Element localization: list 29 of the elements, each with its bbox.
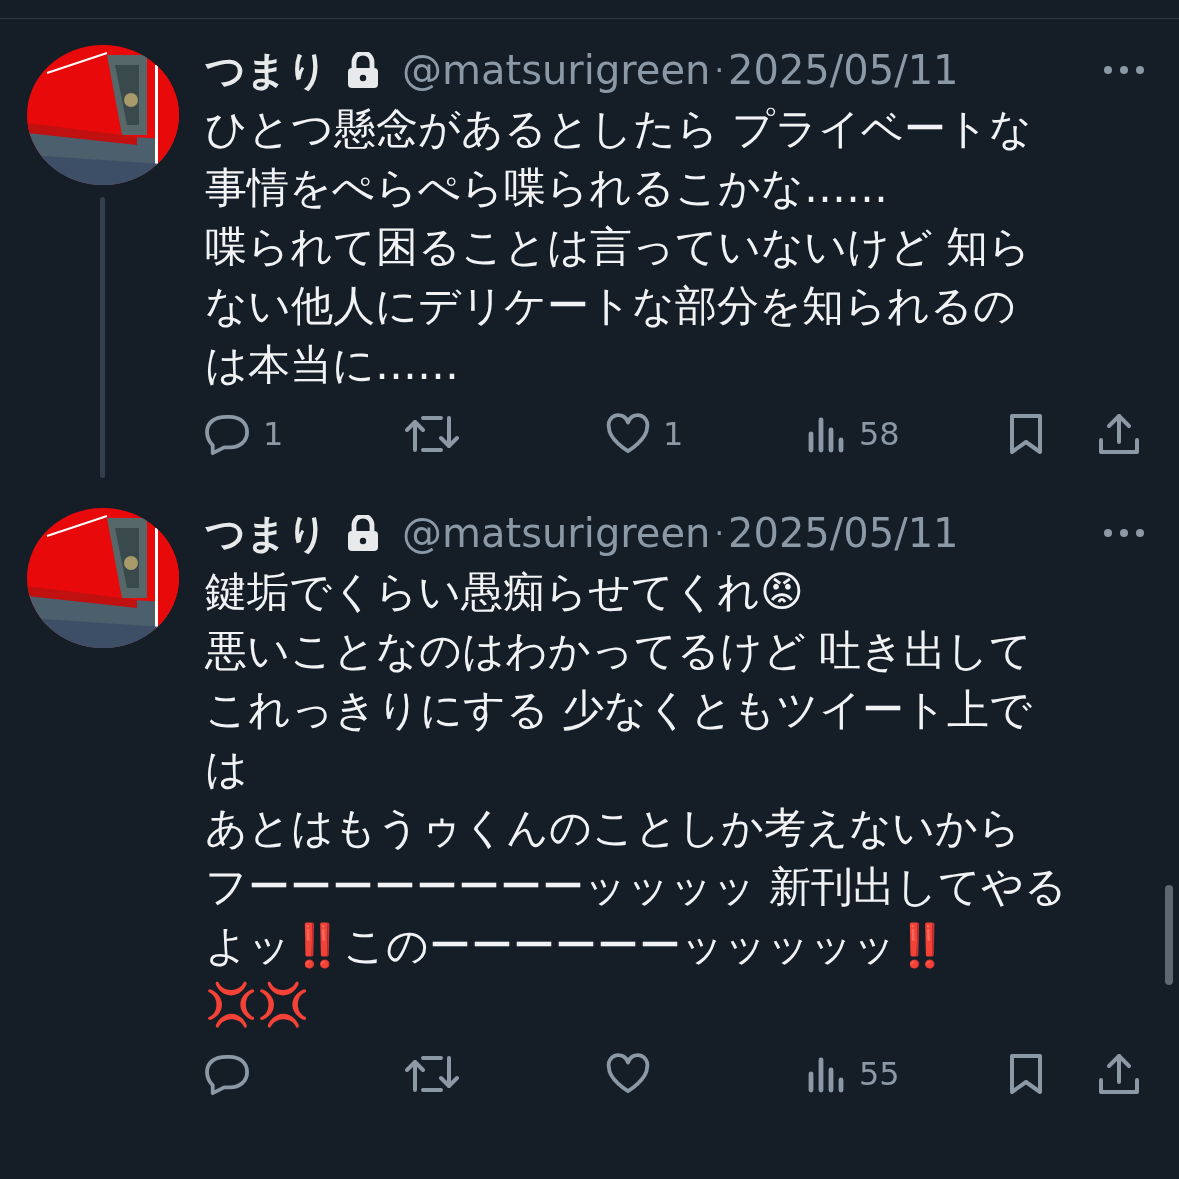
post-date: 2025/05/11	[728, 510, 959, 556]
post-date: 2025/05/11	[728, 47, 959, 93]
views-button[interactable]: 55	[807, 1054, 1007, 1094]
reply-button[interactable]: 1	[205, 413, 405, 455]
post-text: ひとつ懸念があるとしたら プライベートな 事情をぺらぺら喋られるこかな…… 喋られて困ることは言っていないけど 知ら ない他人にデリケートな部分を知られるの は本当に……	[205, 103, 1034, 391]
share-icon	[1097, 1052, 1141, 1096]
bookmark-icon	[1007, 412, 1045, 456]
reply-icon	[205, 413, 251, 455]
user-handle: @matsurigreen	[402, 47, 711, 93]
more-icon[interactable]	[1103, 528, 1145, 538]
user-handle: @matsurigreen	[402, 510, 711, 556]
retweet-icon	[405, 1054, 459, 1094]
separator-dot: ·	[714, 52, 724, 88]
post-text: 鍵垢でくらい愚痴らせてくれ😡 悪いことなのはわかってるけど 吐き出して これっきりにする 少なくともツイート上で は あとはもうゥくんのことしか考えないから フーーーーーーーーッッッッ 新刊出してやる よッ‼このーーーーーーッッッッッ‼ 💢💢	[205, 566, 1069, 1031]
lock-icon	[346, 515, 380, 551]
heart-icon	[605, 413, 651, 455]
reply-icon	[205, 1053, 251, 1095]
like-button[interactable]: 1	[605, 413, 807, 455]
more-icon[interactable]	[1103, 65, 1145, 75]
display-name: つまり	[205, 45, 328, 95]
retweet-icon	[405, 414, 459, 454]
views-button[interactable]: 58	[807, 414, 1007, 454]
lock-icon	[346, 52, 380, 88]
display-name: つまり	[205, 508, 328, 558]
bookmark-icon	[1007, 1052, 1045, 1096]
share-icon	[1097, 412, 1141, 456]
separator-dot: ·	[714, 515, 724, 551]
scrollbar[interactable]	[1165, 885, 1173, 985]
heart-icon	[605, 1053, 651, 1095]
